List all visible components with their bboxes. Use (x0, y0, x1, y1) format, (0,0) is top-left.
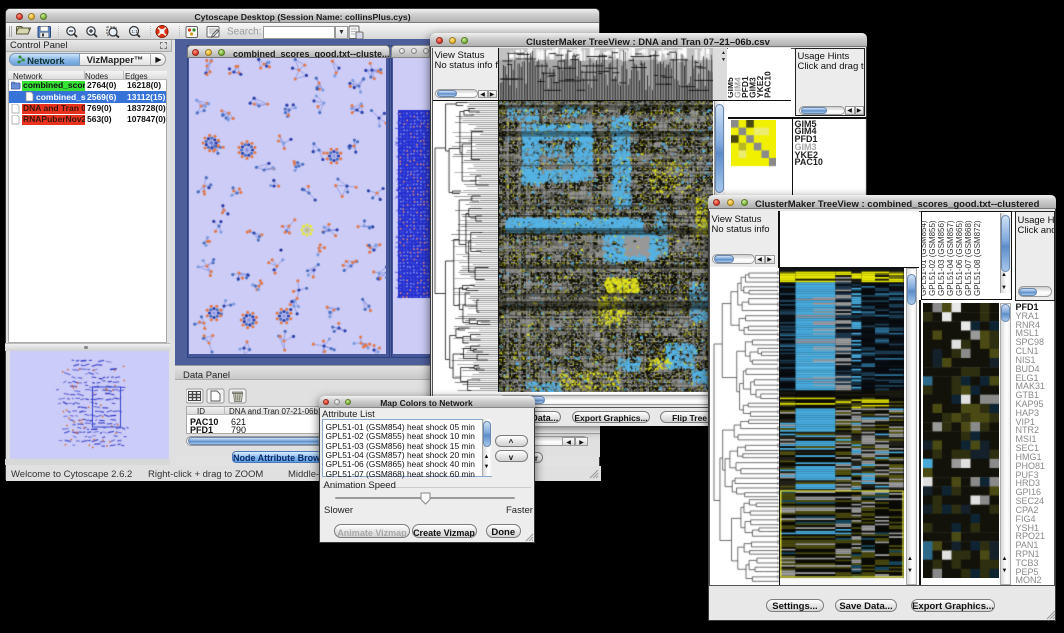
svg-text:GPL51-03 (GSM856): GPL51-03 (GSM856) (937, 220, 946, 296)
svg-text:GPL51-02 (GSM855): GPL51-02 (GSM855) (928, 220, 937, 296)
svg-text:1:1: 1:1 (132, 29, 139, 34)
svg-text:GPL51-04 (GSM857): GPL51-04 (GSM857) (946, 220, 955, 296)
svg-text:PAC10: PAC10 (762, 71, 772, 98)
svg-text:GPL51-07 (GSM868): GPL51-07 (GSM868) (964, 220, 973, 296)
svg-text:Search:: Search: (227, 27, 261, 38)
svg-text:GPL51-01 (GSM854): GPL51-01 (GSM854) (921, 220, 928, 296)
svg-text:GPL51-06 (GSM865): GPL51-06 (GSM865) (955, 220, 964, 296)
svg-text:GPL51-08 (GSM872): GPL51-08 (GSM872) (973, 220, 982, 296)
